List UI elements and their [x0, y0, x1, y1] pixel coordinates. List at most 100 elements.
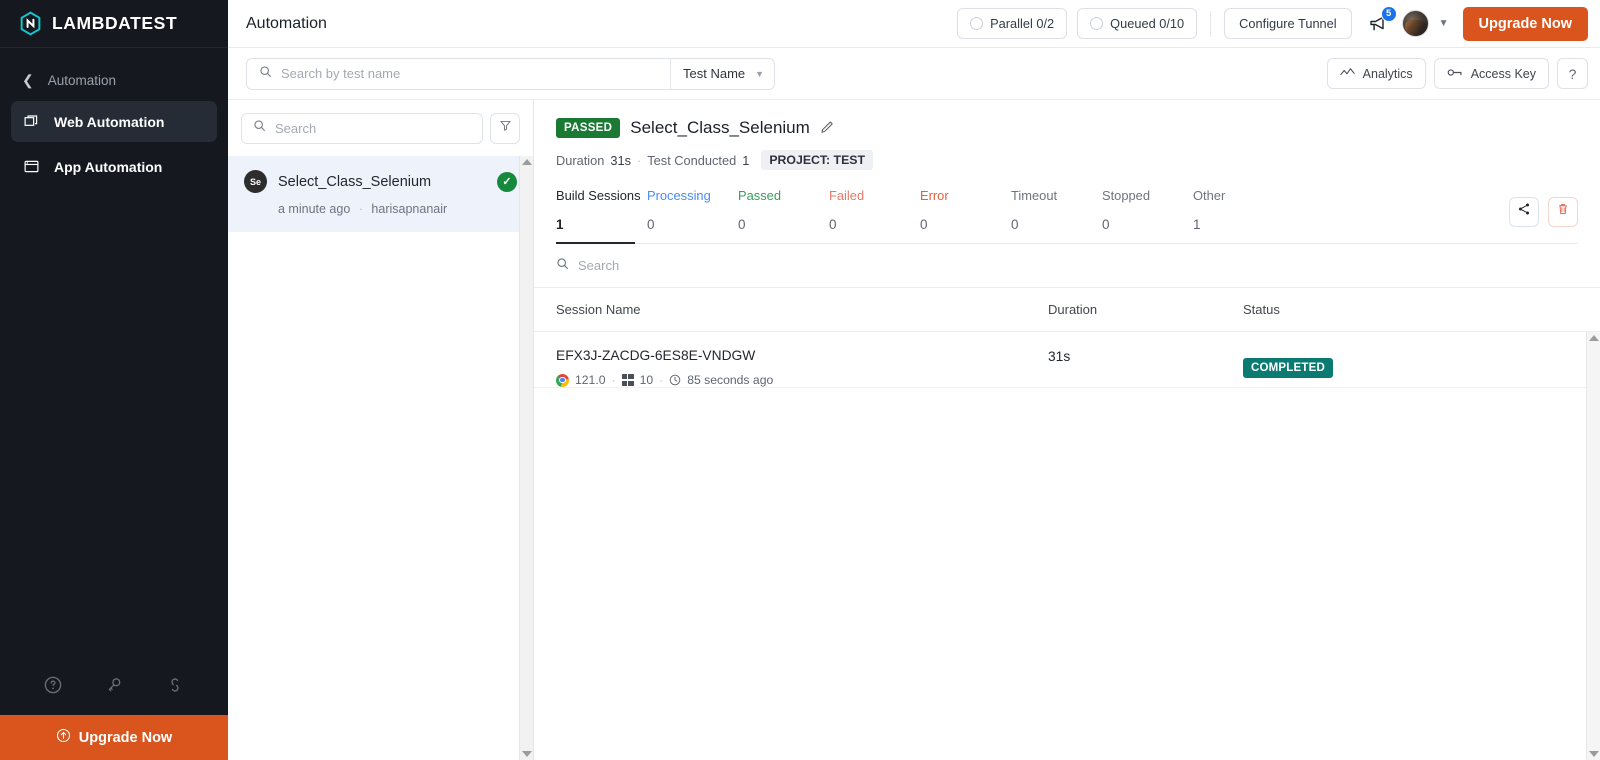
detail-title-row: PASSED Select_Class_Selenium	[556, 118, 1578, 138]
configure-tunnel-button[interactable]: Configure Tunnel	[1224, 8, 1352, 39]
selenium-icon: Se	[244, 170, 267, 193]
session-sub-meta: 121.0 · 10 · 85 seconds ago	[556, 373, 1048, 387]
sidebar-item-label: App Automation	[54, 158, 163, 175]
list-search-field[interactable]	[241, 112, 483, 144]
queued-ring-icon	[1090, 17, 1104, 30]
key-icon[interactable]	[104, 675, 124, 695]
upgrade-now-label: Upgrade Now	[1478, 15, 1572, 32]
test-conducted-value: 1	[742, 152, 750, 168]
meta-separator: ·	[358, 202, 363, 216]
project-chip: PROJECT: TEST	[761, 150, 873, 170]
parallel-label: Parallel 0/2	[990, 16, 1055, 31]
search-toolbar-actions: Analytics Access Key ?	[1326, 58, 1588, 89]
main-area: Automation Parallel 0/2 Queued 0/10 Conf…	[228, 0, 1600, 760]
chrome-icon	[556, 373, 569, 387]
sidebar-upgrade-now-button[interactable]: Upgrade Now	[0, 715, 228, 760]
sidebar-back-automation[interactable]: ❮ Automation	[0, 61, 228, 99]
share-button[interactable]	[1509, 196, 1539, 227]
topbar-actions: Parallel 0/2 Queued 0/10 Configure Tunne…	[957, 5, 1588, 41]
tab-value: 0	[1011, 217, 1019, 232]
session-name: EFX3J-ZACDG-6ES8E-VNDGW	[556, 348, 756, 363]
test-search-wrapper: Test Name ▼	[246, 57, 775, 90]
help-circle-icon[interactable]	[43, 675, 63, 695]
search-icon	[259, 65, 272, 83]
tab-stopped[interactable]: Stopped 0	[1102, 188, 1193, 243]
list-item[interactable]: Se Select_Class_Selenium ✓ a minute ago …	[228, 156, 533, 232]
tab-label: Build Sessions	[556, 188, 641, 203]
tab-value: 0	[920, 217, 928, 232]
sidebar-item-app-automation[interactable]: App Automation	[11, 146, 217, 187]
tab-other[interactable]: Other 1	[1193, 188, 1284, 243]
chevron-left-icon: ❮	[22, 72, 34, 88]
search-icon	[556, 257, 569, 275]
tab-error[interactable]: Error 0	[920, 188, 1011, 243]
avatar[interactable]	[1401, 10, 1429, 37]
tab-label: Stopped	[1102, 188, 1151, 203]
test-search-field[interactable]	[247, 59, 670, 89]
detail-scrollbar[interactable]	[1586, 332, 1600, 760]
scroll-up-icon[interactable]	[521, 159, 532, 165]
analytics-icon	[1339, 66, 1355, 82]
table-row[interactable]: EFX3J-ZACDG-6ES8E-VNDGW 121.0 · 10 · 85 …	[534, 332, 1600, 388]
access-key-button[interactable]: Access Key	[1433, 58, 1549, 89]
chevron-down-icon[interactable]: ▼	[1439, 18, 1449, 29]
windows-icon	[621, 374, 634, 386]
megaphone-icon	[1366, 16, 1392, 41]
analytics-label: Analytics	[1362, 66, 1413, 81]
scroll-down-icon[interactable]	[521, 751, 532, 757]
integrations-icon[interactable]	[165, 675, 185, 695]
filter-button[interactable]	[490, 112, 520, 144]
upgrade-now-button[interactable]: Upgrade Now	[1462, 6, 1588, 41]
edit-icon[interactable]	[820, 119, 835, 137]
search-input[interactable]	[281, 66, 670, 81]
tab-processing[interactable]: Processing 0	[647, 188, 738, 243]
list-item-title: Select_Class_Selenium	[278, 173, 432, 190]
search-filter-select[interactable]: Test Name ▼	[670, 58, 774, 89]
tab-passed[interactable]: Passed 0	[738, 188, 829, 243]
check-circle-icon: ✓	[497, 171, 517, 192]
scroll-up-icon[interactable]	[1588, 335, 1599, 341]
share-icon	[1517, 202, 1531, 221]
parallel-status[interactable]: Parallel 0/2	[957, 8, 1068, 39]
list-search-row	[228, 100, 533, 156]
queued-label: Queued 0/10	[1110, 16, 1185, 31]
session-search-input[interactable]	[578, 258, 818, 273]
browser-version: 121.0	[575, 373, 606, 387]
logo[interactable]: LAMBDATEST	[0, 0, 228, 48]
tab-timeout[interactable]: Timeout 0	[1011, 188, 1102, 243]
tab-value: 0	[647, 217, 655, 232]
tab-build-sessions[interactable]: Build Sessions 1	[556, 188, 647, 244]
session-search-field[interactable]	[534, 244, 1600, 288]
scroll-down-icon[interactable]	[1588, 751, 1599, 757]
column-session-name: Session Name	[556, 302, 641, 317]
key-icon	[1447, 66, 1463, 82]
notifications-button[interactable]: 5	[1366, 5, 1397, 37]
chevron-down-icon: ▼	[755, 68, 764, 79]
session-table-header: Session Name Duration Status	[534, 288, 1600, 332]
list-scrollbar[interactable]	[519, 156, 533, 760]
duration-value: 31s	[610, 152, 632, 168]
help-button[interactable]: ?	[1557, 58, 1588, 89]
logo-text: LAMBDATEST	[52, 13, 178, 33]
queued-status[interactable]: Queued 0/10	[1077, 8, 1198, 39]
delete-button[interactable]	[1548, 196, 1578, 227]
meta-separator: ·	[637, 152, 642, 168]
detail-header: PASSED Select_Class_Selenium Duration 31…	[534, 100, 1600, 170]
tab-failed[interactable]: Failed 0	[829, 188, 920, 243]
access-key-label: Access Key	[1470, 66, 1536, 81]
sidebar-item-web-automation[interactable]: Web Automation	[11, 101, 217, 142]
detail-meta: Duration 31s · Test Conducted 1 PROJECT:…	[556, 150, 1578, 170]
meta-separator: ·	[611, 373, 616, 387]
tab-label: Passed	[738, 188, 781, 203]
analytics-button[interactable]: Analytics	[1326, 58, 1426, 89]
detail-title: Select_Class_Selenium	[630, 118, 810, 137]
parallel-ring-icon	[970, 17, 984, 30]
session-status-cell: COMPLETED	[1243, 348, 1578, 378]
list-search-input[interactable]	[275, 120, 482, 136]
tab-label: Other	[1193, 188, 1226, 203]
windows-stack-icon	[22, 113, 40, 131]
meta-separator: ·	[659, 373, 664, 387]
detail-actions	[1509, 196, 1578, 235]
clock-icon	[669, 374, 681, 386]
